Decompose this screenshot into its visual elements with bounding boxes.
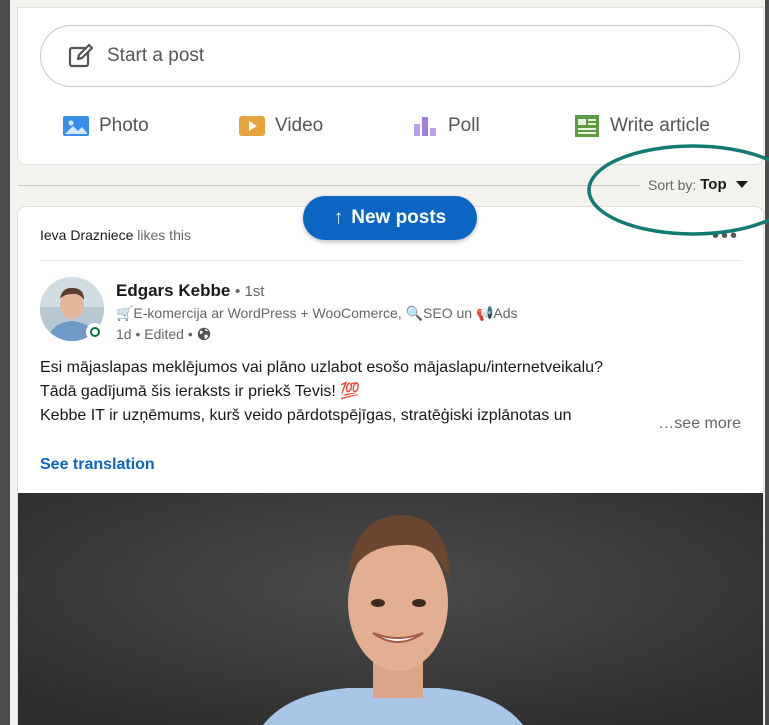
write-article-button[interactable]: Write article xyxy=(573,104,710,148)
sort-value: Top xyxy=(700,176,727,193)
write-article-label: Write article xyxy=(610,115,710,136)
sort-divider xyxy=(18,185,640,186)
new-posts-button[interactable]: ↑ New posts xyxy=(303,196,477,240)
post-divider xyxy=(40,260,742,261)
video-icon xyxy=(239,116,265,136)
video-label: Video xyxy=(275,115,324,136)
post-text-line: Tādā gadījumā šis ieraksts ir priekš Tev… xyxy=(40,383,361,400)
poll-button[interactable]: Poll xyxy=(411,104,480,148)
liked-suffix: likes this xyxy=(137,227,191,243)
more-options-icon[interactable]: ••• xyxy=(712,225,739,248)
video-button[interactable]: Video xyxy=(238,104,323,148)
new-posts-label: New posts xyxy=(351,207,447,228)
start-post-button[interactable]: Start a post xyxy=(40,25,740,87)
social-context: Ieva Drazniece likes this xyxy=(40,227,191,243)
share-box: Start a post Photo Video Poll Write arti… xyxy=(18,8,763,164)
photo-button[interactable]: Photo xyxy=(62,104,149,148)
author-line[interactable]: Edgars Kebbe • 1st xyxy=(116,281,264,301)
feed-post: Ieva Drazniece likes this ••• Edgars Keb… xyxy=(18,207,763,725)
start-post-label: Start a post xyxy=(107,45,205,66)
connection-degree: • 1st xyxy=(235,283,265,300)
sort-prefix: Sort by: xyxy=(648,176,697,193)
post-text: Esi mājaslapas meklējumos vai plāno uzla… xyxy=(40,356,745,428)
globe-icon xyxy=(197,327,210,341)
poll-icon xyxy=(414,117,436,136)
see-translation-link[interactable]: See translation xyxy=(40,456,155,474)
arrow-up-icon: ↑ xyxy=(333,207,344,228)
photo-label: Photo xyxy=(99,115,149,136)
post-timestamp: 1d • Edited • xyxy=(116,326,193,342)
article-icon xyxy=(575,115,599,137)
author-headline: 🛒E-komercija ar WordPress + WooComerce, … xyxy=(116,305,518,321)
caret-down-icon xyxy=(735,181,748,188)
post-image[interactable] xyxy=(18,493,763,725)
post-meta: 1d • Edited • xyxy=(116,326,211,342)
post-photo xyxy=(18,493,763,725)
liker-name[interactable]: Ieva Drazniece xyxy=(40,227,133,243)
author-name[interactable]: Edgars Kebbe xyxy=(116,281,230,300)
online-status-indicator xyxy=(86,323,104,341)
post-text-line: Esi mājaslapas meklējumos vai plāno uzla… xyxy=(40,359,603,376)
sort-dropdown[interactable]: Sort by: Top xyxy=(648,176,748,193)
poll-label: Poll xyxy=(448,115,480,136)
compose-icon xyxy=(68,43,94,68)
post-text-line: Kebbe IT ir uzņēmums, kurš veido pārdots… xyxy=(40,407,572,424)
share-actions: Photo Video Poll Write article xyxy=(18,104,763,148)
see-more-button[interactable]: …see more xyxy=(652,415,741,433)
photo-icon xyxy=(63,116,89,136)
